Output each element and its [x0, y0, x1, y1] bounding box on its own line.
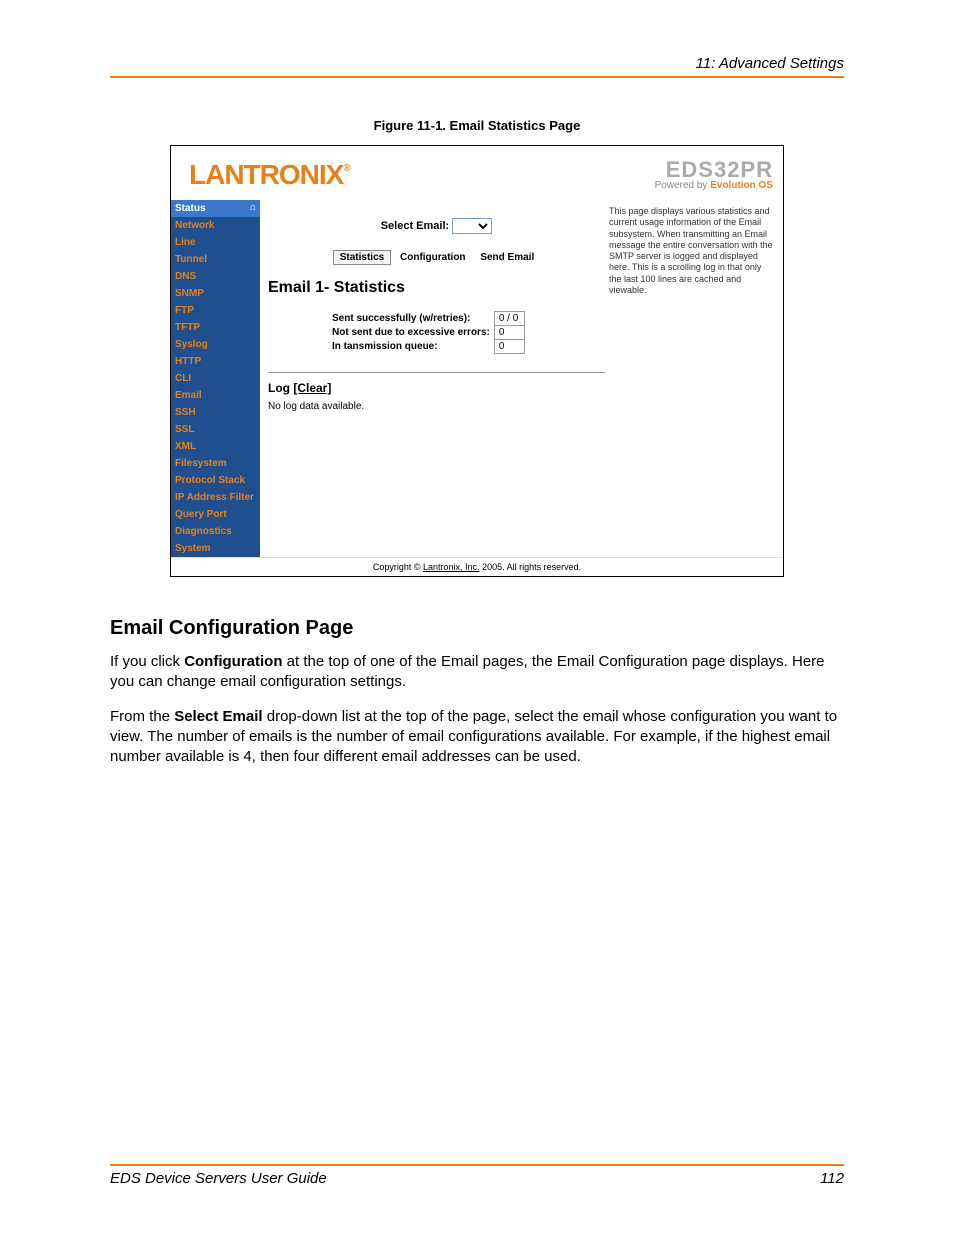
configuration-button[interactable]: Configuration — [394, 251, 472, 264]
select-email-label: Select Email: — [381, 220, 449, 232]
content-main: Select Email: Statistics Configuration S… — [268, 206, 605, 553]
footer-guide-title: EDS Device Servers User Guide — [110, 1170, 327, 1187]
sidebar-item-line[interactable]: Line — [171, 234, 260, 251]
sidebar-item-cli[interactable]: CLI — [171, 370, 260, 387]
body-paragraph: From the Select Email drop-down list at … — [110, 707, 844, 768]
sidebar: Status ⌂ Network Line Tunnel DNS SNMP FT… — [171, 200, 260, 557]
sidebar-item-diagnostics[interactable]: Diagnostics — [171, 523, 260, 540]
sidebar-item-filesystem[interactable]: Filesystem — [171, 455, 260, 472]
sidebar-item-network[interactable]: Network — [171, 217, 260, 234]
statistics-button[interactable]: Statistics — [333, 250, 391, 265]
log-heading: Log [Clear] — [268, 381, 605, 395]
divider — [268, 372, 605, 373]
screenshot-container: LANTRONIX® EDS32PR Powered by Evolution … — [170, 145, 784, 577]
log-text: No log data available. — [268, 401, 605, 412]
sidebar-item-query-port[interactable]: Query Port — [171, 506, 260, 523]
sidebar-item-ssh[interactable]: SSH — [171, 404, 260, 421]
figure-caption: Figure 11-1. Email Statistics Page — [110, 118, 844, 133]
body-paragraph: If you click Configuration at the top of… — [110, 652, 844, 693]
table-row: Not sent due to excessive errors: 0 — [328, 326, 524, 340]
sidebar-item-tunnel[interactable]: Tunnel — [171, 251, 260, 268]
stat-label: In tansmission queue: — [328, 340, 494, 354]
lantronix-logo: LANTRONIX® — [189, 159, 350, 191]
sidebar-item-ip-address-filter[interactable]: IP Address Filter — [171, 489, 260, 506]
help-panel: This page displays various statistics an… — [605, 206, 775, 553]
sidebar-item-ftp[interactable]: FTP — [171, 302, 260, 319]
sidebar-item-email[interactable]: Email — [171, 387, 260, 404]
page-title: Email 1- Statistics — [268, 279, 605, 297]
sidebar-item-ssl[interactable]: SSL — [171, 421, 260, 438]
send-email-button[interactable]: Send Email — [474, 251, 540, 264]
model-logo: EDS32PR Powered by Evolution OS — [655, 159, 773, 191]
screenshot-footer: Copyright © Lantronix, Inc. 2005. All ri… — [171, 557, 783, 576]
sidebar-item-snmp[interactable]: SNMP — [171, 285, 260, 302]
sidebar-item-syslog[interactable]: Syslog — [171, 336, 260, 353]
sidebar-item-status[interactable]: Status ⌂ — [171, 200, 260, 217]
stat-value: 0 — [494, 326, 524, 340]
chapter-header: 11: Advanced Settings — [110, 55, 844, 78]
table-row: In tansmission queue: 0 — [328, 340, 524, 354]
footer-page-number: 112 — [820, 1170, 844, 1187]
section-heading: Email Configuration Page — [110, 617, 844, 640]
sidebar-item-xml[interactable]: XML — [171, 438, 260, 455]
sidebar-item-tftp[interactable]: TFTP — [171, 319, 260, 336]
lantronix-link[interactable]: Lantronix, Inc. — [423, 562, 480, 572]
screenshot-header: LANTRONIX® EDS32PR Powered by Evolution … — [171, 146, 783, 200]
stats-table: Sent successfully (w/retries): 0 / 0 Not… — [328, 311, 525, 354]
sidebar-item-system[interactable]: System — [171, 540, 260, 557]
sidebar-item-http[interactable]: HTTP — [171, 353, 260, 370]
stat-value: 0 — [494, 340, 524, 354]
home-icon[interactable]: ⌂ — [250, 202, 256, 213]
stat-label: Not sent due to excessive errors: — [328, 326, 494, 340]
sidebar-item-dns[interactable]: DNS — [171, 268, 260, 285]
select-email-dropdown[interactable] — [452, 218, 492, 234]
stat-value: 0 / 0 — [494, 312, 524, 326]
table-row: Sent successfully (w/retries): 0 / 0 — [328, 312, 524, 326]
sidebar-item-protocol-stack[interactable]: Protocol Stack — [171, 472, 260, 489]
stat-label: Sent successfully (w/retries): — [328, 312, 494, 326]
clear-log-link[interactable]: [Clear] — [293, 381, 331, 395]
